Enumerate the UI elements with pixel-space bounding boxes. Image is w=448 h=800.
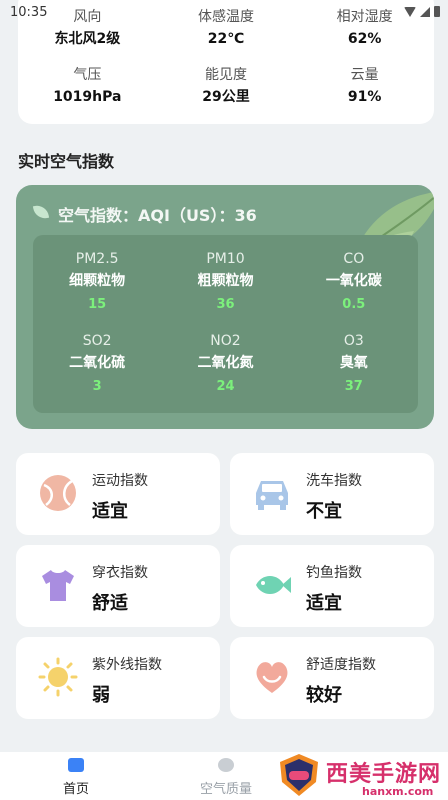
gamepad-shield-logo-icon	[280, 754, 318, 796]
tab-label: 空气质量	[199, 782, 252, 797]
index-card-fishing[interactable]: 钓鱼指数 适宜	[230, 545, 434, 627]
battery-icon	[434, 6, 440, 17]
pollutant-code: O3	[343, 333, 364, 349]
index-value: 适宜	[92, 501, 128, 522]
pollutant-value: 24	[216, 379, 235, 394]
pollutant-value: 0.5	[342, 297, 366, 312]
life-index-grid: 运动指数 适宜 洗车指数 不宜 穿衣指数 舒适 钓鱼指数 适宜 紫外线指数 弱 …	[16, 453, 434, 719]
sun-icon	[38, 657, 78, 697]
pollutant-no2: NO2 二氧化氮 24	[161, 331, 289, 401]
fish-icon	[256, 576, 291, 594]
weather-value: 东北风2级	[54, 31, 121, 47]
aqi-card: 空气指数：AQI（US）：36 PM2.5 细颗粒物 15 PM10 粗颗粒物 …	[16, 185, 434, 429]
index-card-uv[interactable]: 紫外线指数 弱	[16, 637, 220, 719]
pollutant-name: 二氧化硫	[69, 355, 126, 371]
watermark-text: 西美手游网	[326, 762, 442, 787]
index-card-dressing[interactable]: 穿衣指数 舒适	[16, 545, 220, 627]
weather-label: 能见度	[204, 67, 247, 83]
tab-air-quality[interactable]: 空气质量	[176, 758, 276, 797]
weather-label: 气压	[73, 67, 102, 83]
pollutant-panel: PM2.5 细颗粒物 15 PM10 粗颗粒物 36 CO 一氧化碳 0.5 S…	[33, 235, 418, 413]
signal-icon	[420, 6, 430, 17]
index-label: 紫外线指数	[92, 657, 162, 673]
pollutant-name: 细颗粒物	[69, 273, 126, 289]
car-icon	[256, 481, 288, 510]
shirt-icon	[42, 570, 74, 601]
index-card-comfort[interactable]: 舒适度指数 较好	[230, 637, 434, 719]
pollutant-code: PM2.5	[75, 251, 119, 267]
pollutant-code: PM10	[206, 251, 245, 267]
tab-label: 首页	[62, 782, 89, 797]
pollutant-o3: O3 臭氧 37	[290, 331, 418, 401]
pollutant-code: SO2	[82, 333, 112, 349]
index-value: 弱	[92, 685, 110, 706]
pollutant-name: 粗颗粒物	[197, 273, 254, 289]
pollutant-so2: SO2 二氧化硫 3	[33, 331, 161, 401]
pollutant-code: NO2	[210, 333, 241, 349]
index-value: 较好	[306, 685, 342, 706]
pollutant-name: 臭氧	[339, 355, 368, 371]
status-icons	[404, 6, 440, 17]
weather-value: 1019hPa	[53, 89, 122, 105]
pollutant-value: 15	[88, 297, 107, 312]
tab-home[interactable]: 首页	[26, 758, 126, 797]
watermark-url: hanxm.com	[362, 785, 434, 798]
status-time: 10:35	[10, 5, 48, 20]
section-title-air-index: 实时空气指数	[18, 152, 115, 171]
index-label: 运动指数	[92, 473, 148, 489]
wifi-icon	[404, 6, 416, 17]
pollutant-pm25: PM2.5 细颗粒物 15	[33, 249, 161, 319]
pollutant-pm10: PM10 粗颗粒物 36	[161, 249, 289, 319]
weather-label: 云量	[350, 67, 379, 83]
index-card-carwash[interactable]: 洗车指数 不宜	[230, 453, 434, 535]
home-icon	[68, 758, 84, 772]
index-label: 钓鱼指数	[306, 565, 362, 581]
weather-value: 91%	[347, 89, 382, 105]
pollutant-name: 二氧化氮	[197, 355, 254, 371]
aqi-title: 空气指数：AQI（US）：36	[58, 206, 257, 225]
index-label: 穿衣指数	[92, 565, 148, 581]
pollutant-name: 一氧化碳	[325, 273, 382, 289]
pollutant-value: 3	[92, 379, 102, 394]
index-label: 洗车指数	[306, 473, 362, 489]
weather-value: 22℃	[207, 31, 245, 47]
weather-item-visibility: 能见度 29公里	[157, 64, 296, 114]
index-card-sport[interactable]: 运动指数 适宜	[16, 453, 220, 535]
pollutant-co: CO 一氧化碳 0.5	[290, 249, 418, 319]
pollutant-value: 36	[216, 297, 235, 312]
index-value: 不宜	[306, 501, 342, 522]
leaf-icon	[32, 203, 50, 221]
air-quality-icon	[218, 758, 234, 772]
weather-value: 29公里	[202, 89, 250, 105]
weather-item-pressure: 气压 1019hPa	[18, 64, 157, 114]
weather-item-cloud: 云量 91%	[295, 64, 434, 114]
pollutant-code: CO	[343, 251, 365, 267]
pollutant-grid: PM2.5 细颗粒物 15 PM10 粗颗粒物 36 CO 一氧化碳 0.5 S…	[33, 249, 418, 401]
index-value: 适宜	[306, 593, 342, 614]
site-watermark: 西美手游网 hanxm.com	[270, 752, 448, 800]
index-label: 舒适度指数	[306, 657, 376, 673]
weather-value: 62%	[347, 31, 382, 47]
heart-icon	[256, 662, 288, 693]
status-bar: 10:35	[0, 0, 448, 24]
index-value: 舒适	[92, 593, 128, 614]
ball-icon	[40, 475, 76, 511]
pollutant-value: 37	[344, 379, 363, 394]
